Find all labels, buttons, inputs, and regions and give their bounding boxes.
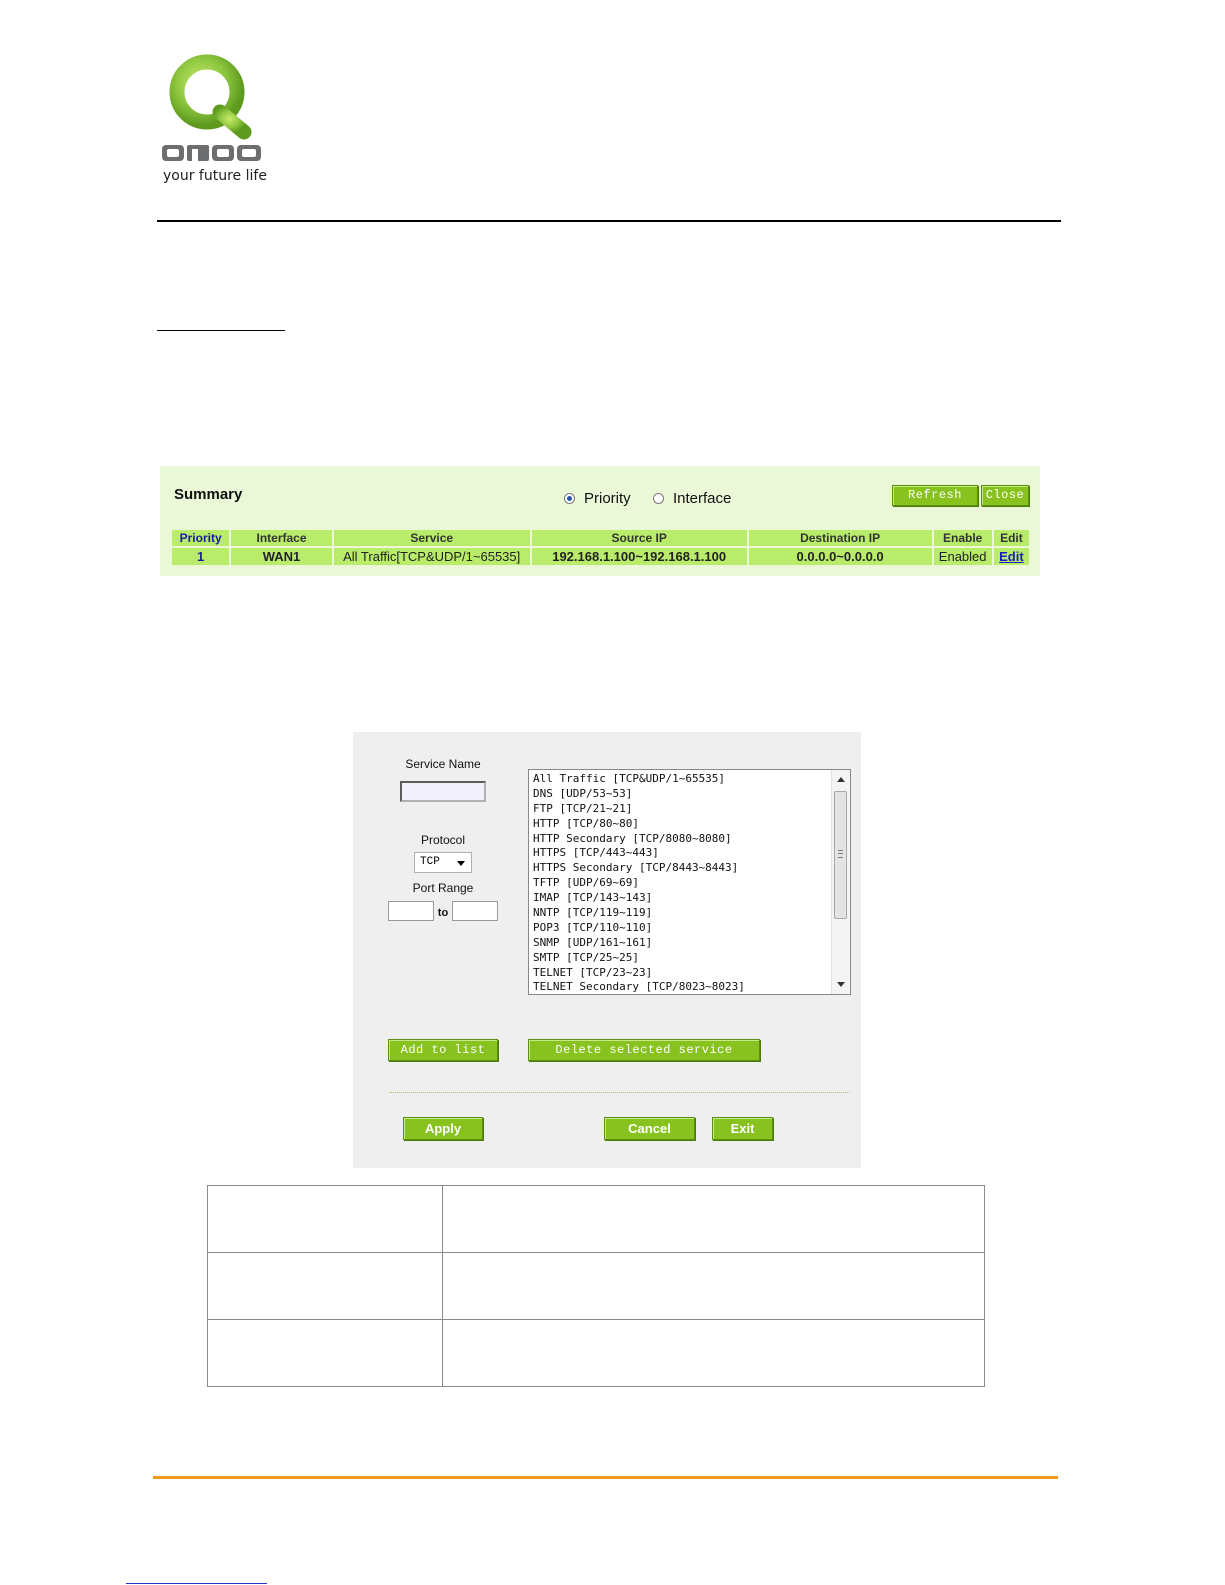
footer-link-underline (126, 1583, 267, 1584)
service-list-item[interactable]: HTTP Secondary [TCP/8080~8080] (533, 832, 828, 847)
radio-priority[interactable]: Priority (564, 490, 631, 507)
radio-priority-label: Priority (584, 490, 631, 507)
cell-enable: Enabled (933, 548, 992, 565)
cancel-button[interactable]: Cancel (604, 1117, 695, 1140)
radio-interface-icon[interactable] (653, 493, 664, 504)
service-list-item[interactable]: HTTPS [TCP/443~443] (533, 846, 828, 861)
description-table (207, 1185, 985, 1387)
service-list-item[interactable]: DNS [UDP/53~53] (533, 787, 828, 802)
column-header-service: Service (333, 530, 530, 546)
service-list-items: All Traffic [TCP&UDP/1~65535] DNS [UDP/53… (533, 772, 828, 994)
close-button[interactable]: Close (981, 485, 1029, 506)
delete-selected-service-button[interactable]: Delete selected service (528, 1039, 760, 1061)
port-to-input[interactable] (452, 901, 498, 921)
protocol-label: Protocol (420, 833, 466, 847)
service-list-item[interactable]: NNTP [TCP/119~119] (533, 906, 828, 921)
service-list-item[interactable]: TELNET [TCP/23~23] (533, 966, 828, 981)
listbox-scrollbar[interactable] (831, 770, 850, 994)
column-header-enable: Enable (933, 530, 992, 546)
summary-table: Priority Interface Service Source IP Des… (170, 528, 1031, 567)
grip-icon (838, 850, 843, 858)
table-row (207, 1185, 985, 1253)
table-row: 1 WAN1 All Traffic[TCP&UDP/1~65535] 192.… (172, 548, 1029, 565)
edit-link[interactable]: Edit (999, 549, 1024, 564)
table-cell (207, 1185, 443, 1253)
table-cell (207, 1252, 443, 1320)
column-header-edit: Edit (993, 530, 1029, 546)
apply-button[interactable]: Apply (403, 1117, 483, 1140)
service-listbox[interactable]: All Traffic [TCP&UDP/1~65535] DNS [UDP/53… (528, 769, 851, 995)
column-header-source-ip: Source IP (531, 530, 747, 546)
service-name-label: Service Name (405, 757, 481, 771)
table-cell (442, 1319, 985, 1387)
table-cell (442, 1185, 985, 1253)
table-row (207, 1252, 985, 1320)
cell-service: All Traffic[TCP&UDP/1~65535] (333, 548, 530, 565)
cell-priority: 1 (172, 548, 230, 565)
add-to-list-button[interactable]: Add to list (388, 1039, 498, 1061)
protocol-value: TCP (420, 856, 440, 868)
cell-edit: Edit (993, 548, 1029, 565)
summary-title: Summary (174, 486, 243, 503)
radio-interface-label: Interface (673, 490, 732, 507)
dialog-divider (389, 1092, 850, 1093)
summary-table-header: Priority Interface Service Source IP Des… (172, 530, 1029, 546)
footer-rule (153, 1476, 1058, 1479)
column-header-destination-ip: Destination IP (748, 530, 932, 546)
table-cell (207, 1319, 443, 1387)
chevron-down-icon (457, 861, 465, 866)
radio-interface[interactable]: Interface (653, 490, 731, 507)
cell-destination-ip: 0.0.0.0~0.0.0.0 (748, 548, 932, 565)
port-range-label: Port Range (412, 881, 474, 895)
table-cell (442, 1252, 985, 1320)
service-list-item[interactable]: TELNET Secondary [TCP/8023~8023] (533, 980, 828, 994)
refresh-button[interactable]: Refresh (892, 485, 978, 506)
scroll-up-arrow-icon[interactable] (837, 777, 845, 782)
scrollbar-thumb[interactable] (834, 791, 847, 919)
protocol-select[interactable]: TCP (414, 852, 472, 873)
service-list-item[interactable]: HTTPS Secondary [TCP/8443~8443] (533, 861, 828, 876)
column-header-priority: Priority (172, 530, 230, 546)
service-list-item[interactable]: SNMP [UDP/161~161] (533, 936, 828, 951)
service-management-panel: Service Name Protocol TCP Port Range to … (353, 732, 861, 1168)
service-list-item[interactable]: FTP [TCP/21~21] (533, 802, 828, 817)
section-heading-underline (157, 330, 285, 331)
service-list-item[interactable]: POP3 [TCP/110~110] (533, 921, 828, 936)
service-list-item[interactable]: TFTP [UDP/69~69] (533, 876, 828, 891)
cell-source-ip: 192.168.1.100~192.168.1.100 (531, 548, 747, 565)
service-list-item[interactable]: All Traffic [TCP&UDP/1~65535] (533, 772, 828, 787)
logo-tagline: your future life (163, 168, 267, 184)
port-from-input[interactable] (388, 901, 434, 921)
cell-interface: WAN1 (231, 548, 332, 565)
service-name-input[interactable] (400, 781, 486, 802)
service-list-item[interactable]: IMAP [TCP/143~143] (533, 891, 828, 906)
service-list-item[interactable]: HTTP [TCP/80~80] (533, 817, 828, 832)
column-header-interface: Interface (231, 530, 332, 546)
port-range-to-label: to (437, 907, 449, 919)
table-row (207, 1319, 985, 1387)
exit-button[interactable]: Exit (712, 1117, 773, 1140)
header-rule (157, 220, 1061, 222)
qno-logo-icon (162, 54, 261, 161)
radio-priority-icon[interactable] (564, 493, 575, 504)
qos-summary-panel: Summary Priority Interface Refresh Close… (160, 466, 1040, 576)
service-list-item[interactable]: SMTP [TCP/25~25] (533, 951, 828, 966)
scroll-down-arrow-icon[interactable] (837, 982, 845, 987)
